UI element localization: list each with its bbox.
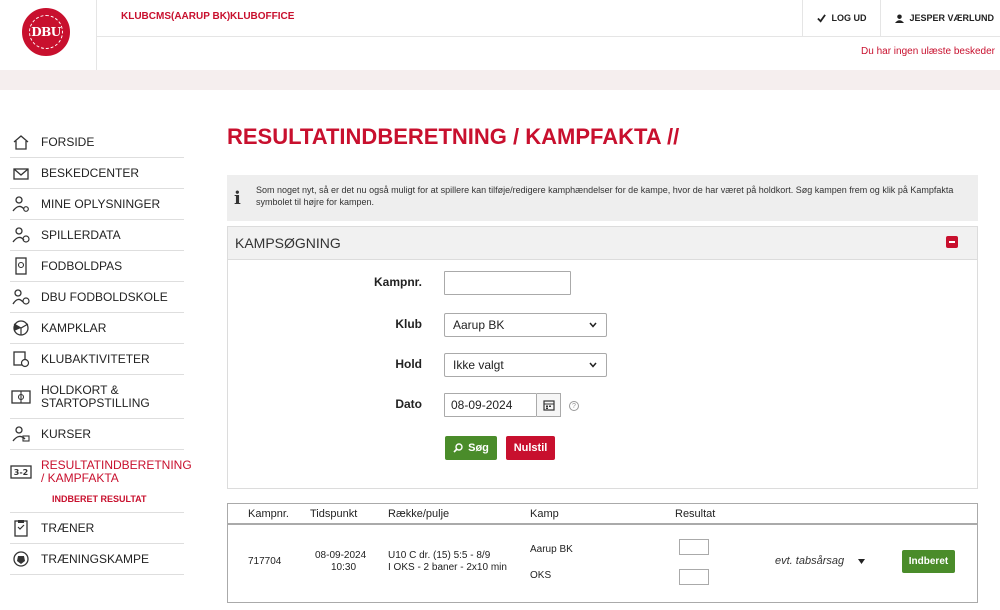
user-gear-icon xyxy=(10,194,32,214)
search-button-label: Søg xyxy=(468,442,489,454)
info-text: Som noget nyt, så er det nu også muligt … xyxy=(256,185,954,207)
help-icon[interactable]: ? xyxy=(569,401,579,411)
training-ball-icon xyxy=(10,549,32,569)
kluboffice-link[interactable]: KLUBOFFICE xyxy=(230,11,294,22)
away-score-input[interactable] xyxy=(679,569,709,585)
logo-text: DBU xyxy=(31,25,61,39)
school-icon xyxy=(10,287,32,307)
activity-icon xyxy=(10,349,32,369)
header-band xyxy=(0,70,1000,90)
search-icon xyxy=(453,443,463,453)
page-title: RESULTATINDBERETNING / KAMPFAKTA // xyxy=(227,124,680,149)
col-kampnr: Kampnr. xyxy=(248,508,289,520)
sidebar-item-kurser[interactable]: KURSER xyxy=(10,419,184,450)
top-header: DBU KLUBCMS(AARUP BK) KLUBOFFICE LOG UD … xyxy=(0,0,1000,70)
sidebar-item-traeningskampe[interactable]: TRÆNINGSKAMPE xyxy=(10,544,184,575)
hold-select[interactable]: Ikke valgt xyxy=(444,353,607,377)
col-raekke: Række/pulje xyxy=(388,508,450,520)
info-icon: i xyxy=(234,188,241,209)
ball-icon xyxy=(10,318,32,338)
sidebar-item-forside[interactable]: FORSIDE xyxy=(10,127,184,158)
header-divider xyxy=(97,36,1000,37)
dato-label: Dato xyxy=(395,397,422,411)
results-table: Kampnr. Tidspunkt Række/pulje Kamp Resul… xyxy=(227,503,978,603)
time-cell: 10:30 xyxy=(331,562,357,573)
submit-result-button[interactable]: Indberet xyxy=(902,550,955,573)
check-icon xyxy=(817,13,827,23)
caret-down-icon xyxy=(858,558,866,564)
home-team: Aarup BK xyxy=(530,544,573,555)
course-icon xyxy=(10,424,32,444)
search-button[interactable]: Søg xyxy=(445,436,497,460)
sidebar-active-group: 3-2 RESULTATINDBERETNING / KAMPFAKTA IND… xyxy=(10,450,192,513)
kampnr-cell: 717704 xyxy=(248,556,282,567)
table-row: 717704 08-09-2024 10:30 U10 C dr. (15) 5… xyxy=(228,525,977,602)
chevron-down-icon xyxy=(589,362,597,368)
klubcms-link[interactable]: KLUBCMS(AARUP BK) xyxy=(121,11,230,22)
logout-button[interactable]: LOG UD xyxy=(802,0,880,36)
panel-title: KAMPSØGNING xyxy=(235,235,341,251)
klub-label: Klub xyxy=(395,317,422,331)
player-data-icon xyxy=(10,225,32,245)
panel-header: KAMPSØGNING xyxy=(228,227,977,260)
sidebar-item-klubaktiviteter[interactable]: KLUBAKTIVITETER xyxy=(10,344,184,375)
pitch-icon xyxy=(10,387,32,407)
logo-container: DBU xyxy=(0,0,97,70)
hold-label: Hold xyxy=(395,357,422,371)
info-box: i Som noget nyt, så er det nu også mulig… xyxy=(227,175,978,221)
sidebar-item-resultatindberetning[interactable]: 3-2 RESULTATINDBERETNING / KAMPFAKTA xyxy=(10,450,192,494)
kampnr-label: Kampnr. xyxy=(373,275,422,289)
sidebar-item-fodboldpas[interactable]: FODBOLDPAS xyxy=(10,251,184,282)
sidebar-item-mine-oplysninger[interactable]: MINE OPLYSNINGER xyxy=(10,189,184,220)
col-tidspunkt: Tidspunkt xyxy=(310,508,358,520)
sidebar-nav: FORSIDE BESKEDCENTER MINE OPLYSNINGER SP… xyxy=(10,127,192,575)
home-score-input[interactable] xyxy=(679,539,709,555)
user-name: JESPER VÆRLUND xyxy=(909,13,994,23)
house-icon xyxy=(10,132,32,152)
logout-label: LOG UD xyxy=(831,13,867,23)
col-kamp: Kamp xyxy=(530,508,559,520)
sidebar-item-beskedcenter[interactable]: BESKEDCENTER xyxy=(10,158,184,189)
chevron-down-icon xyxy=(589,322,597,328)
raekke-line-2: I OKS - 2 baner - 2x10 min xyxy=(388,562,507,573)
user-icon xyxy=(895,13,905,23)
dbu-logo[interactable]: DBU xyxy=(22,8,70,56)
passport-icon xyxy=(10,256,32,276)
calendar-icon[interactable] xyxy=(537,393,561,417)
messages-link[interactable]: Du har ingen ulæste beskeder xyxy=(861,46,995,57)
sidebar-subitem-indberet-resultat[interactable]: INDBERET RESULTAT xyxy=(52,494,184,504)
klub-select[interactable]: Aarup BK xyxy=(444,313,607,337)
svg-text:3-2: 3-2 xyxy=(14,468,28,477)
sidebar-item-holdkort[interactable]: HOLDKORT & STARTOPSTILLING xyxy=(10,375,184,419)
reset-button[interactable]: Nulstil xyxy=(506,436,555,460)
sidebar-item-dbu-fodboldskole[interactable]: DBU FODBOLDSKOLE xyxy=(10,282,184,313)
results-header: Kampnr. Tidspunkt Række/pulje Kamp Resul… xyxy=(228,504,977,525)
clipboard-icon xyxy=(10,518,32,538)
loss-reason-select[interactable]: evt. tabsårsag xyxy=(775,555,866,567)
sidebar-item-traener[interactable]: TRÆNER xyxy=(10,513,184,544)
sidebar-item-kampklar[interactable]: KAMPKLAR xyxy=(10,313,184,344)
date-cell: 08-09-2024 xyxy=(315,550,367,561)
loss-reason-label: evt. tabsårsag xyxy=(775,555,845,567)
user-profile-button[interactable]: JESPER VÆRLUND xyxy=(880,0,1000,36)
away-team: OKS xyxy=(530,570,552,581)
score-icon: 3-2 xyxy=(10,462,32,482)
sidebar-item-spillerdata[interactable]: SPILLERDATA xyxy=(10,220,184,251)
envelope-icon xyxy=(10,163,32,183)
raekke-line-1: U10 C dr. (15) 5:5 - 8/9 xyxy=(388,550,491,561)
reset-button-label: Nulstil xyxy=(513,442,548,454)
klub-value: Aarup BK xyxy=(453,318,505,332)
dato-input[interactable] xyxy=(444,393,537,417)
collapse-icon[interactable] xyxy=(946,236,958,248)
search-panel: KAMPSØGNING Kampnr. Klub Aarup BK Hold I… xyxy=(227,226,978,489)
col-resultat: Resultat xyxy=(675,508,716,520)
hold-value: Ikke valgt xyxy=(453,358,504,372)
kampnr-input[interactable] xyxy=(444,271,571,295)
user-menu: LOG UD JESPER VÆRLUND xyxy=(802,0,1000,36)
